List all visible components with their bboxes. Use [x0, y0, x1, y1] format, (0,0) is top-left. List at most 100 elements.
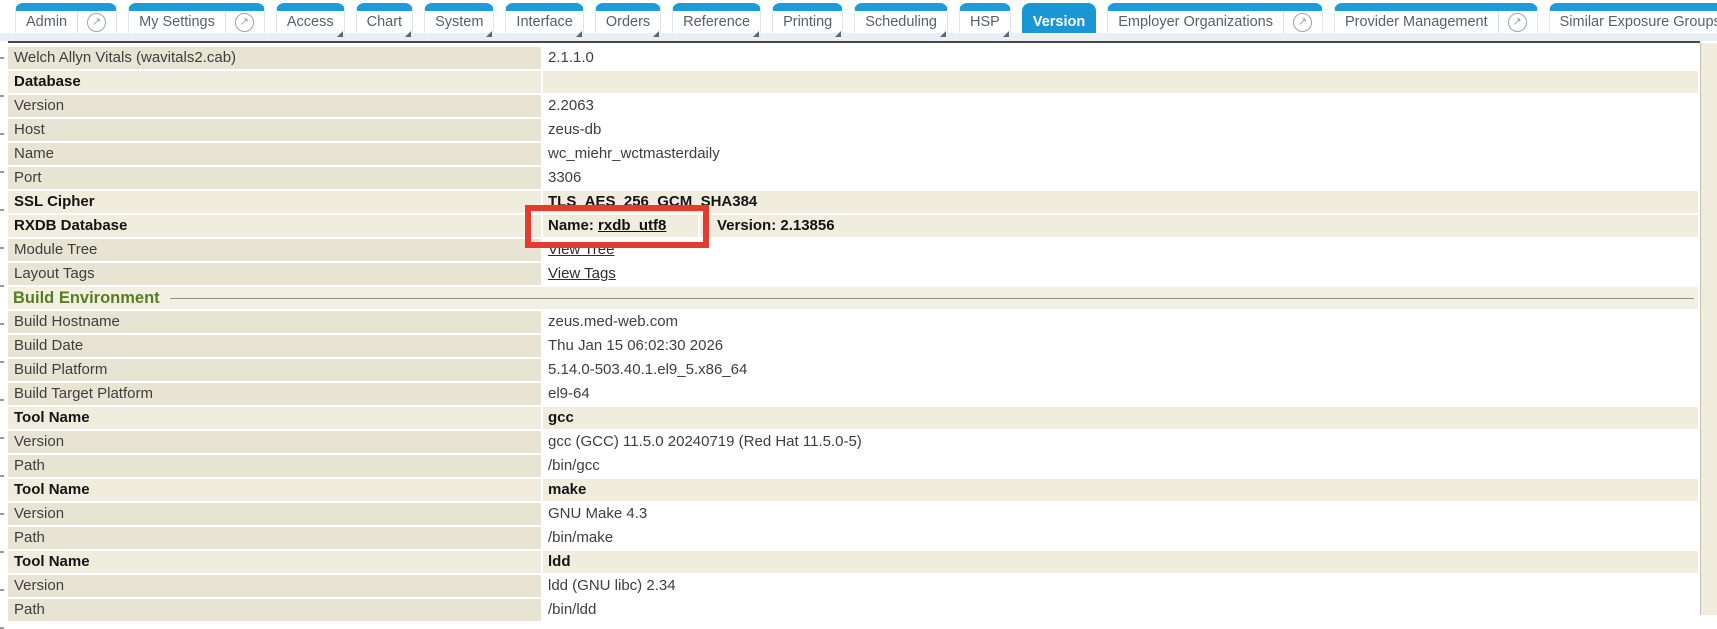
- table-row: Tool Namegcc: [8, 407, 1698, 429]
- tab-strip-background: [0, 33, 1717, 41]
- row-label: SSL Cipher: [8, 191, 543, 213]
- section-header-row: Build Environment: [8, 287, 1698, 309]
- row-label: Build Platform: [8, 359, 543, 381]
- table-row: Hostzeus-db: [8, 119, 1698, 141]
- row-label: Tool Name: [8, 407, 543, 429]
- tab-divider: [77, 11, 78, 33]
- row-label: Layout Tags: [8, 263, 543, 285]
- tab-employer-organizations[interactable]: Employer Organizations↗: [1107, 3, 1323, 33]
- dropdown-indicator-icon: [486, 31, 492, 37]
- rxdb-version-value: Version: 2.13856: [700, 215, 835, 237]
- dropdown-indicator-icon: [753, 31, 759, 37]
- tab-scheduling[interactable]: Scheduling: [854, 3, 948, 33]
- row-value: make: [543, 479, 1698, 501]
- row-value: /bin/ldd: [543, 599, 1698, 621]
- popout-icon[interactable]: ↗: [1293, 13, 1312, 32]
- row-value: TLS_AES_256_GCM_SHA384: [543, 191, 1698, 213]
- popout-icon[interactable]: ↗: [235, 13, 254, 32]
- table-row: Namewc_miehr_wctmasterdaily: [8, 143, 1698, 165]
- row-value: el9-64: [543, 383, 1698, 405]
- tab-label: System: [435, 14, 483, 30]
- row-label: Tool Name: [8, 479, 543, 501]
- row-value: View Tags: [543, 263, 1698, 285]
- dropdown-indicator-icon: [337, 31, 343, 37]
- tab-divider: [225, 11, 226, 33]
- tab-orders[interactable]: Orders: [595, 3, 661, 33]
- row-value: gcc (GCC) 11.5.0 20240719 (Red Hat 11.5.…: [543, 431, 1698, 453]
- tab-printing[interactable]: Printing: [772, 3, 843, 33]
- tab-label: Reference: [683, 14, 750, 30]
- tab-admin[interactable]: Admin↗: [15, 3, 117, 33]
- row-value: GNU Make 4.3: [543, 503, 1698, 525]
- row-value: 2.2063: [543, 95, 1698, 117]
- dropdown-indicator-icon: [405, 31, 411, 37]
- row-label: Name: [8, 143, 543, 165]
- row-label: Welch Allyn Vitals (wavitals2.cab): [8, 47, 543, 69]
- row-label: Version: [8, 575, 543, 597]
- tab-label: HSP: [970, 14, 1000, 30]
- row-value: 2.1.1.0: [543, 47, 1698, 69]
- tab-label: Access: [287, 14, 334, 30]
- tab-hsp[interactable]: HSP: [959, 3, 1011, 33]
- row-value: 5.14.0-503.40.1.el9_5.x86_64: [543, 359, 1698, 381]
- tab-label: Interface: [516, 14, 572, 30]
- table-row: RXDB DatabaseName: rxdb_utf8Version: 2.1…: [8, 215, 1698, 237]
- tab-divider: [1498, 11, 1499, 33]
- row-label: Tool Name: [8, 551, 543, 573]
- table-row: Version2.2063: [8, 95, 1698, 117]
- tab-label: My Settings: [139, 14, 215, 30]
- tab-label: Version: [1033, 14, 1085, 30]
- table-row: Versiongcc (GCC) 11.5.0 20240719 (Red Ha…: [8, 431, 1698, 453]
- tab-reference[interactable]: Reference: [672, 3, 761, 33]
- section-header-rule: [170, 298, 1694, 299]
- row-value: Name: rxdb_utf8Version: 2.13856: [543, 215, 1698, 237]
- row-value: [543, 71, 1698, 93]
- table-row: Database: [8, 71, 1698, 93]
- row-value: zeus-db: [543, 119, 1698, 141]
- row-label: Module Tree: [8, 239, 543, 261]
- row-value: gcc: [543, 407, 1698, 429]
- dropdown-indicator-icon: [940, 31, 946, 37]
- tab-label: Orders: [606, 14, 650, 30]
- table-row: Versionldd (GNU libc) 2.34: [8, 575, 1698, 597]
- row-value: Thu Jan 15 06:02:30 2026: [543, 335, 1698, 357]
- row-label: Build Target Platform: [8, 383, 543, 405]
- version-page: Welch Allyn Vitals (wavitals2.cab)2.1.1.…: [0, 43, 1717, 615]
- tab-label: Scheduling: [865, 14, 937, 30]
- tab-my-settings[interactable]: My Settings ↗: [128, 3, 265, 33]
- row-label: Version: [8, 431, 543, 453]
- row-label: RXDB Database: [8, 215, 543, 237]
- version-table: Welch Allyn Vitals (wavitals2.cab)2.1.1.…: [8, 47, 1698, 623]
- row-label: Version: [8, 503, 543, 525]
- dropdown-indicator-icon: [576, 31, 582, 37]
- row-value: ldd (GNU libc) 2.34: [543, 575, 1698, 597]
- tab-system[interactable]: System: [424, 3, 494, 33]
- table-row: Port3306: [8, 167, 1698, 189]
- tab-label: Provider Management: [1345, 14, 1488, 30]
- table-row: Build Target Platformel9-64: [8, 383, 1698, 405]
- popout-icon[interactable]: ↗: [1508, 13, 1527, 32]
- tab-interface[interactable]: Interface: [505, 3, 583, 33]
- row-label: Build Date: [8, 335, 543, 357]
- tab-provider-management[interactable]: Provider Management ↗: [1334, 3, 1538, 33]
- row-label: Host: [8, 119, 543, 141]
- table-row: Path/bin/ldd: [8, 599, 1698, 621]
- table-row: Welch Allyn Vitals (wavitals2.cab)2.1.1.…: [8, 47, 1698, 69]
- table-row: Path/bin/gcc: [8, 455, 1698, 477]
- view-tags-link[interactable]: View Tags: [548, 265, 616, 282]
- table-row: Tool Namemake: [8, 479, 1698, 501]
- tab-chart[interactable]: Chart: [356, 3, 413, 33]
- tab-access[interactable]: Access: [276, 3, 345, 33]
- popout-icon[interactable]: ↗: [87, 13, 106, 32]
- table-row: Layout Tags View Tags: [8, 263, 1698, 285]
- table-row: SSL CipherTLS_AES_256_GCM_SHA384: [8, 191, 1698, 213]
- dropdown-indicator-icon: [1003, 31, 1009, 37]
- row-label: Path: [8, 599, 543, 621]
- tab-label: Similar Exposure Groups (SEGs): [1560, 14, 1717, 30]
- row-value: ldd: [543, 551, 1698, 573]
- row-value: wc_miehr_wctmasterdaily: [543, 143, 1698, 165]
- tab-version[interactable]: Version: [1022, 3, 1096, 33]
- tab-similar-exposure-groups-segs[interactable]: Similar Exposure Groups (SEGs)↗: [1549, 3, 1717, 33]
- page-right-margin: [1700, 43, 1717, 615]
- row-label: Path: [8, 455, 543, 477]
